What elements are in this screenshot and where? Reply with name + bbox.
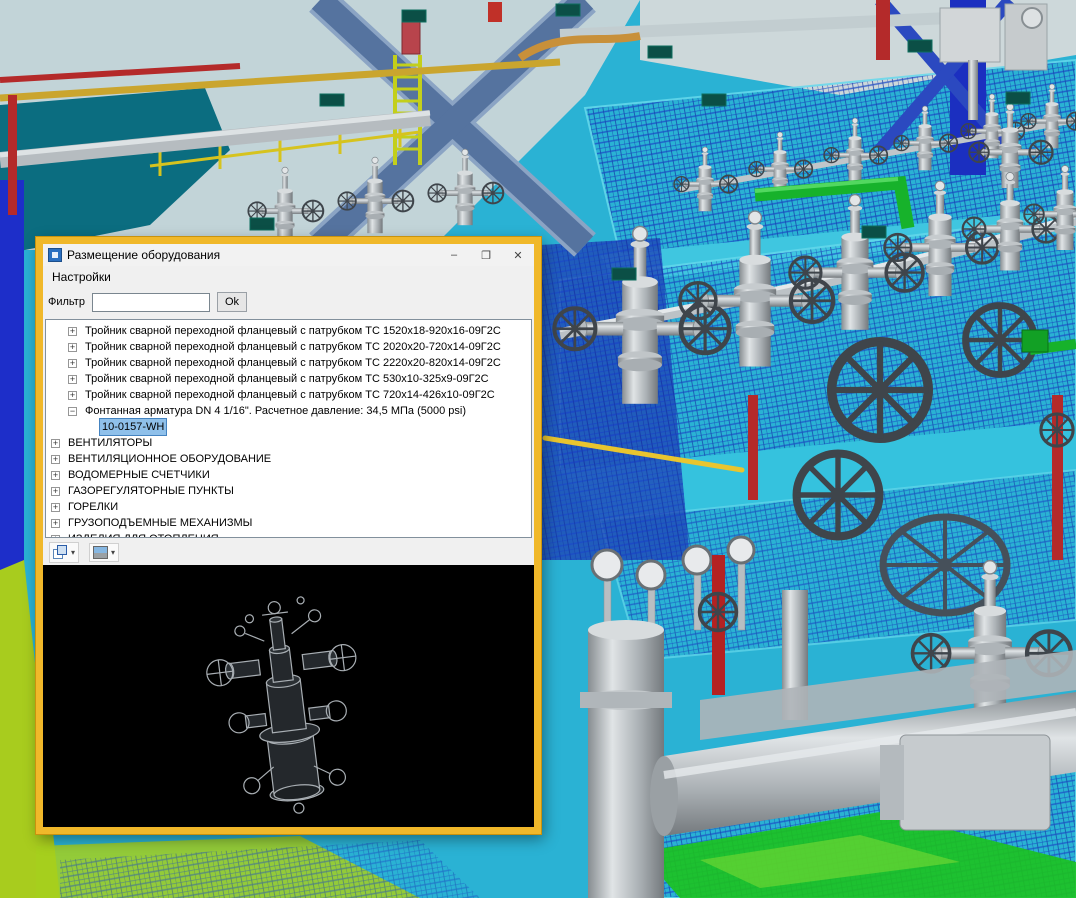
tree-item[interactable]: 10-0157-WH [47,419,531,435]
close-button[interactable]: ✕ [502,245,534,265]
app-icon [48,248,62,262]
tree-item-label[interactable]: ВОДОМЕРНЫЕ СЧЕТЧИКИ [65,467,213,483]
render-mode-icon [93,546,108,559]
tree-item-label[interactable]: 10-0157-WH [99,418,167,436]
collapse-icon[interactable]: − [68,407,77,416]
menu-settings[interactable]: Настройки [45,268,118,286]
expand-icon[interactable]: + [51,487,60,496]
tree-item-label[interactable]: ГАЗОРЕГУЛЯТОРНЫЕ ПУНКТЫ [65,483,237,499]
expand-icon[interactable]: + [51,471,60,480]
dropdown-arrow-icon[interactable]: ▾ [71,549,75,557]
tree-item[interactable]: + Тройник сварной переходной фланцевый с … [47,355,531,371]
tree-item[interactable]: + ГАЗОРЕГУЛЯТОРНЫЕ ПУНКТЫ [47,483,531,499]
tree-item[interactable]: + ГОРЕЛКИ [47,499,531,515]
expand-icon[interactable]: + [51,439,60,448]
application-window: Размещение оборудования – ❐ ✕ Настройки … [0,0,1076,898]
filter-ok-button[interactable]: Ok [217,292,247,312]
tree-item[interactable]: + Тройник сварной переходной фланцевый с … [47,339,531,355]
minimize-button[interactable]: – [438,245,470,265]
tree-item-label[interactable]: ГОРЕЛКИ [65,499,121,515]
tree-item[interactable]: + Тройник сварной переходной фланцевый с … [47,371,531,387]
tree-item[interactable]: −Фонтанная арматура DN 4 1/16". Расчетно… [47,403,531,419]
expand-icon[interactable]: + [51,535,60,539]
dialog-menubar: Настройки [43,266,534,287]
tree-item[interactable]: + ГРУЗОПОДЪЕМНЫЕ МЕХАНИЗМЫ [47,515,531,531]
filter-input[interactable] [92,293,210,312]
tree-item-label[interactable]: Тройник сварной переходной фланцевый с п… [82,323,504,339]
expand-icon[interactable]: + [51,519,60,528]
preview-toolbar: ▾ ▾ [43,540,534,565]
expand-icon[interactable]: + [68,375,77,384]
tree-item-label[interactable]: ИЗДЕЛИЯ ДЛЯ ОТОПЛЕНИЯ [65,531,222,538]
dropdown-arrow-icon[interactable]: ▾ [111,549,115,557]
expand-icon[interactable]: + [68,359,77,368]
expand-icon[interactable]: + [51,455,60,464]
tree-item-label[interactable]: ВЕНТИЛЯЦИОННОЕ ОБОРУДОВАНИЕ [65,451,274,467]
tree-connector [85,423,94,432]
tree-item-label[interactable]: Тройник сварной переходной фланцевый с п… [82,339,504,355]
equipment-placement-dialog: Размещение оборудования – ❐ ✕ Настройки … [36,237,541,834]
filter-row: Фильтр Ok [43,287,534,317]
model-view-button[interactable]: ▾ [49,542,79,563]
tree-item-label[interactable]: ГРУЗОПОДЪЕМНЫЕ МЕХАНИЗМЫ [65,515,255,531]
window-controls: – ❐ ✕ [438,245,534,265]
model-box-icon [53,545,68,560]
dialog-title: Размещение оборудования [67,248,433,262]
dialog-titlebar[interactable]: Размещение оборудования – ❐ ✕ [43,244,534,266]
tree-item[interactable]: + ВОДОМЕРНЫЕ СЧЕТЧИКИ [47,467,531,483]
tree-item-label[interactable]: Тройник сварной переходной фланцевый с п… [82,371,492,387]
preview-pane[interactable] [43,565,534,827]
tree-item-label[interactable]: ВЕНТИЛЯТОРЫ [65,435,155,451]
tree-item-label[interactable]: Тройник сварной переходной фланцевый с п… [82,387,498,403]
render-mode-button[interactable]: ▾ [89,543,119,562]
maximize-button[interactable]: ❐ [470,245,502,265]
tree-item[interactable]: + ВЕНТИЛЯЦИОННОЕ ОБОРУДОВАНИЕ [47,451,531,467]
tree-item[interactable]: + ВЕНТИЛЯТОРЫ [47,435,531,451]
expand-icon[interactable]: + [68,343,77,352]
tree-item-label[interactable]: Фонтанная арматура DN 4 1/16". Расчетное… [82,403,469,419]
expand-icon[interactable]: + [68,391,77,400]
filter-label: Фильтр [48,296,85,308]
equipment-tree[interactable]: + Тройник сварной переходной фланцевый с … [45,319,532,538]
tree-item[interactable]: + ИЗДЕЛИЯ ДЛЯ ОТОПЛЕНИЯ [47,531,531,538]
expand-icon[interactable]: + [51,503,60,512]
tree-item[interactable]: + Тройник сварной переходной фланцевый с … [47,387,531,403]
expand-icon[interactable]: + [68,327,77,336]
tree-item[interactable]: + Тройник сварной переходной фланцевый с … [47,323,531,339]
tree-item-label[interactable]: Тройник сварной переходной фланцевый с п… [82,355,504,371]
